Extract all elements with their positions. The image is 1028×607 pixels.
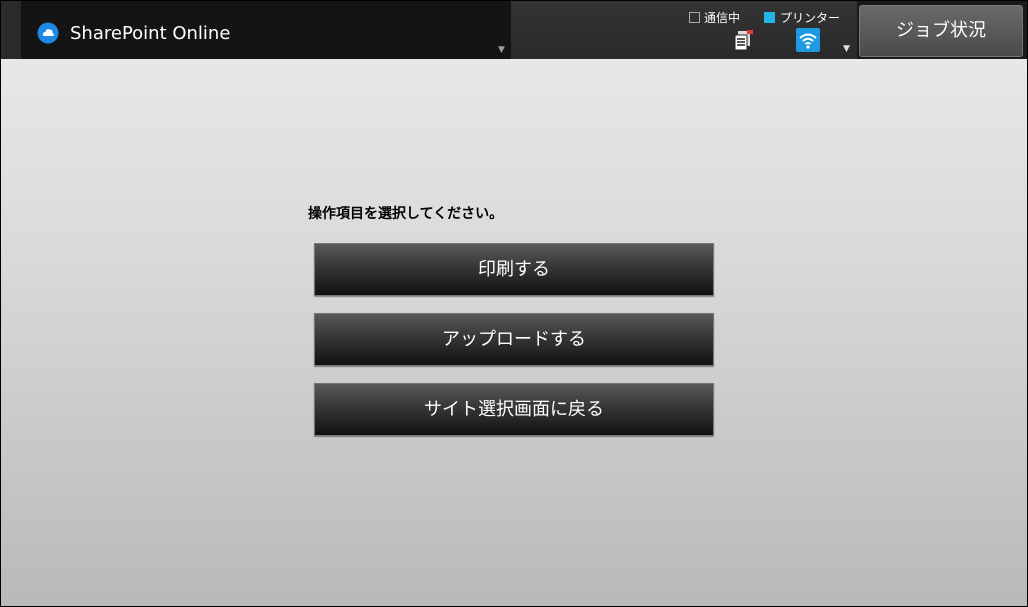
upload-button[interactable]: アップロードする bbox=[314, 313, 714, 366]
status-printer: プリンター bbox=[764, 9, 840, 26]
communicating-indicator bbox=[689, 12, 700, 23]
status-communicating: 通信中 bbox=[689, 9, 740, 26]
top-bar: SharePoint Online ▼ 通信中 プリンター ▼ ジョブ状況 bbox=[1, 1, 1027, 59]
printer-label: プリンター bbox=[780, 11, 841, 25]
communicating-label: 通信中 bbox=[704, 11, 741, 25]
wifi-icon bbox=[796, 28, 820, 52]
prompt-text: 操作項目を選択してください。 bbox=[308, 206, 504, 222]
job-status-button[interactable]: ジョブ状況 bbox=[859, 5, 1023, 57]
status-dropdown-icon[interactable]: ▼ bbox=[843, 44, 850, 54]
back-to-site-selection-button[interactable]: サイト選択画面に戻る bbox=[314, 383, 714, 436]
screen: SharePoint Online ▼ 通信中 プリンター ▼ ジョブ状況 操作… bbox=[0, 0, 1028, 607]
printer-indicator bbox=[764, 12, 775, 23]
left-strip bbox=[1, 1, 21, 59]
app-title: SharePoint Online bbox=[70, 23, 231, 44]
cloud-icon bbox=[37, 22, 59, 44]
document-icon bbox=[734, 30, 753, 51]
print-button[interactable]: 印刷する bbox=[314, 243, 714, 296]
title-dropdown-icon[interactable]: ▼ bbox=[498, 45, 505, 55]
